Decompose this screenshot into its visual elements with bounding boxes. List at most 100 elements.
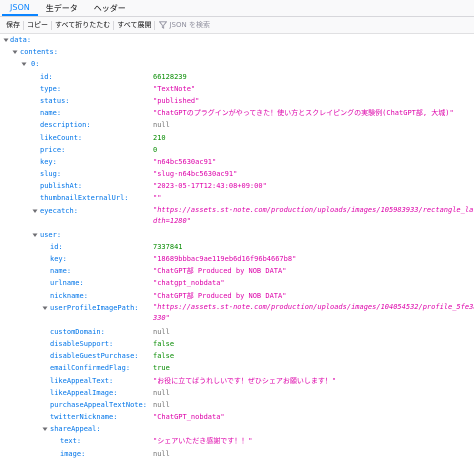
tree-row[interactable]: emailConfirmedFlag: true	[0, 362, 474, 374]
tree-row[interactable]: text: "シェアいただき感謝です！！"	[0, 435, 474, 447]
json-value: ""	[153, 194, 162, 203]
tree-row[interactable]: disableGuestPurchase: false	[0, 350, 474, 362]
viewer-tabs: JSON 生データ ヘッダー	[0, 0, 474, 17]
json-key: likeAppealText:	[50, 376, 114, 385]
json-key: likeAppealImage:	[50, 388, 118, 397]
json-value: "TextNote"	[153, 84, 196, 93]
tree-row-index-0[interactable]: 0:	[0, 58, 474, 70]
json-value: "n64bc5630ac91"	[153, 157, 217, 166]
tree-row[interactable]: urlname: "chatgpt_nobdata"	[0, 277, 474, 289]
json-tree: data: contents: 0: id: 66128239 type: "Tex…	[0, 34, 474, 458]
tree-row[interactable]: thumbnailExternalUrl: ""	[0, 192, 474, 204]
json-key: twitterNickname:	[50, 413, 118, 422]
tree-row[interactable]: publishAt: "2023-05-17T12:43:08+09:00"	[0, 180, 474, 192]
tree-row[interactable]: likeAppealImage: null	[0, 387, 474, 399]
json-key: disableSupport:	[50, 339, 114, 348]
tree-row-eyecatch[interactable]: eyecatch: "https://assets.st-note.com/pr…	[0, 205, 474, 229]
json-value: 7337841	[153, 242, 183, 251]
tree-row[interactable]: id: 66128239	[0, 71, 474, 83]
json-key: likeCount:	[40, 133, 83, 142]
tree-row[interactable]: twitterNickname: "ChatGPT_nobdata"	[0, 411, 474, 423]
json-value: "chatgpt_nobdata"	[153, 279, 225, 288]
json-value: true	[153, 364, 170, 373]
json-key: customDomain:	[50, 327, 105, 336]
json-toolbar: 保存 コピー すべて折りたたむ すべて展開 JSON を検索	[0, 17, 474, 34]
json-key: user:	[40, 230, 62, 239]
json-value: false	[153, 339, 175, 348]
save-button[interactable]: 保存	[3, 20, 24, 30]
json-key: urlname:	[50, 279, 84, 288]
json-value-line: "https://assets.st-note.com/production/u…	[153, 303, 474, 312]
json-key: id:	[40, 72, 53, 81]
json-key: name:	[40, 109, 62, 118]
json-key: nickname:	[50, 291, 88, 300]
tree-row[interactable]: name: "ChatGPT部 Produced by NOB DATA"	[0, 265, 474, 277]
tab-raw-data[interactable]: 生データ	[38, 0, 86, 16]
tree-row[interactable]: nickname: "ChatGPT部 Produced by NOB DATA"	[0, 290, 474, 302]
tree-row[interactable]: slug: "slug-n64bc5630ac91"	[0, 168, 474, 180]
json-key: emailConfirmedFlag:	[50, 364, 131, 373]
collapse-all-button[interactable]: すべて折りたたむ	[52, 20, 115, 30]
filter-json-input[interactable]: JSON を検索	[159, 20, 210, 30]
tree-row[interactable]: key: "n64bc5630ac91"	[0, 156, 474, 168]
tree-row[interactable]: customDomain: null	[0, 326, 474, 338]
json-key: type:	[40, 84, 62, 93]
json-value-line: 330"	[153, 314, 170, 323]
tab-json[interactable]: JSON	[2, 0, 38, 16]
json-key: shareAppeal:	[50, 425, 101, 434]
expand-toggle-icon[interactable]	[12, 49, 18, 55]
json-key: publishAt:	[40, 182, 83, 191]
tree-row[interactable]: type: "TextNote"	[0, 83, 474, 95]
tree-row-data[interactable]: data:	[0, 34, 474, 46]
json-value: null	[153, 388, 170, 397]
json-key: purchaseAppealTextNote:	[50, 400, 147, 409]
json-key: thumbnailExternalUrl:	[40, 194, 129, 203]
expand-toggle-icon[interactable]	[21, 61, 27, 67]
json-value: "2023-05-17T12:43:08+09:00"	[153, 182, 267, 191]
tree-row[interactable]: disableSupport: false	[0, 338, 474, 350]
copy-button[interactable]: コピー	[24, 20, 52, 30]
json-value: "published"	[153, 96, 200, 105]
tree-row[interactable]: name: "ChatGPTのプラグインがやってきた！使い方とスクレイピングの実験…	[0, 107, 474, 119]
tree-row-profile-image[interactable]: userProfileImagePath: "https://assets.st…	[0, 302, 474, 326]
tree-row[interactable]: purchaseAppealTextNote: null	[0, 399, 474, 411]
json-value: null	[153, 121, 170, 130]
json-key: status:	[40, 96, 70, 105]
filter-icon	[159, 21, 168, 29]
expand-toggle-icon[interactable]	[42, 305, 48, 311]
tree-row[interactable]: status: "published"	[0, 95, 474, 107]
expand-toggle-icon[interactable]	[32, 208, 38, 214]
json-value: "slug-n64bc5630ac91"	[153, 170, 238, 179]
tree-row-share-appeal[interactable]: shareAppeal:	[0, 423, 474, 435]
expand-toggle-icon[interactable]	[32, 232, 38, 238]
json-key: key:	[50, 255, 67, 263]
json-value: null	[153, 327, 170, 336]
json-key: userProfileImagePath:	[50, 303, 139, 312]
tree-row[interactable]: likeAppealText: "お役に立てばうれしいです！ぜひシェアお願いします…	[0, 375, 474, 387]
json-value: null	[153, 400, 170, 409]
json-value-url: "https://assets.st-note.com/production/u…	[153, 205, 474, 227]
json-key: slug:	[40, 170, 62, 179]
json-key: disableGuestPurchase:	[50, 352, 139, 361]
json-value-url: "https://assets.st-note.com/production/u…	[153, 302, 474, 324]
tree-row-user[interactable]: user:	[0, 229, 474, 241]
tree-row[interactable]: price: 0	[0, 144, 474, 156]
json-value: "ChatGPT_nobdata"	[153, 413, 225, 422]
json-key: description:	[40, 121, 91, 130]
json-value: "ChatGPT部 Produced by NOB DATA"	[153, 291, 287, 300]
tab-headers[interactable]: ヘッダー	[86, 0, 134, 16]
tree-row[interactable]: key: "18689bbbac9ae119eb6d16f96b4667b8"	[0, 253, 474, 265]
expand-all-button[interactable]: すべて展開	[114, 20, 156, 30]
json-key: data:	[10, 36, 32, 44]
tree-row[interactable]: id: 7337841	[0, 241, 474, 253]
expand-toggle-icon[interactable]	[3, 37, 9, 43]
json-key: id:	[50, 242, 63, 251]
json-key: key:	[40, 157, 57, 166]
json-value: "ChatGPTのプラグインがやってきた！使い方とスクレイピングの実験例(Cha…	[153, 109, 454, 118]
tree-row-contents[interactable]: contents:	[0, 46, 474, 58]
json-value-line: dth=1280"	[153, 217, 191, 226]
tree-row[interactable]: likeCount: 210	[0, 132, 474, 144]
tree-row[interactable]: description: null	[0, 119, 474, 131]
json-key: text:	[60, 437, 82, 446]
expand-toggle-icon[interactable]	[42, 426, 48, 432]
